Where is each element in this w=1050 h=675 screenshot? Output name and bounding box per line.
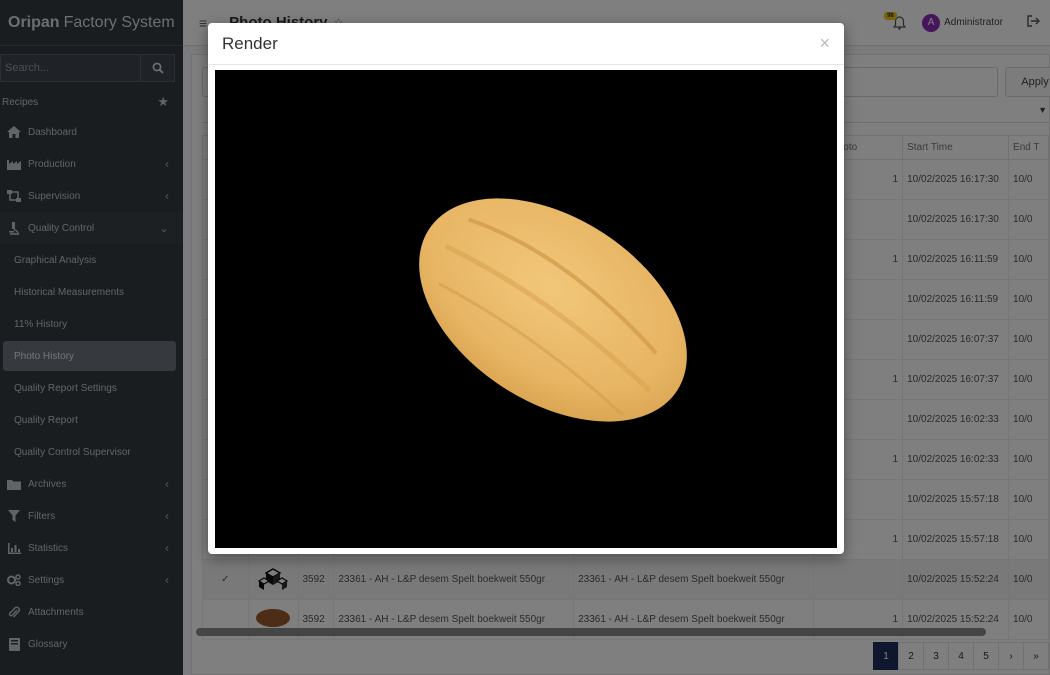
modal-title: Render [222,33,278,53]
bread-render-image [419,198,687,422]
modal-header: Render × [208,23,844,65]
close-icon[interactable]: × [819,33,830,54]
render-viewport[interactable] [215,70,837,548]
render-modal: Render × [208,23,844,554]
